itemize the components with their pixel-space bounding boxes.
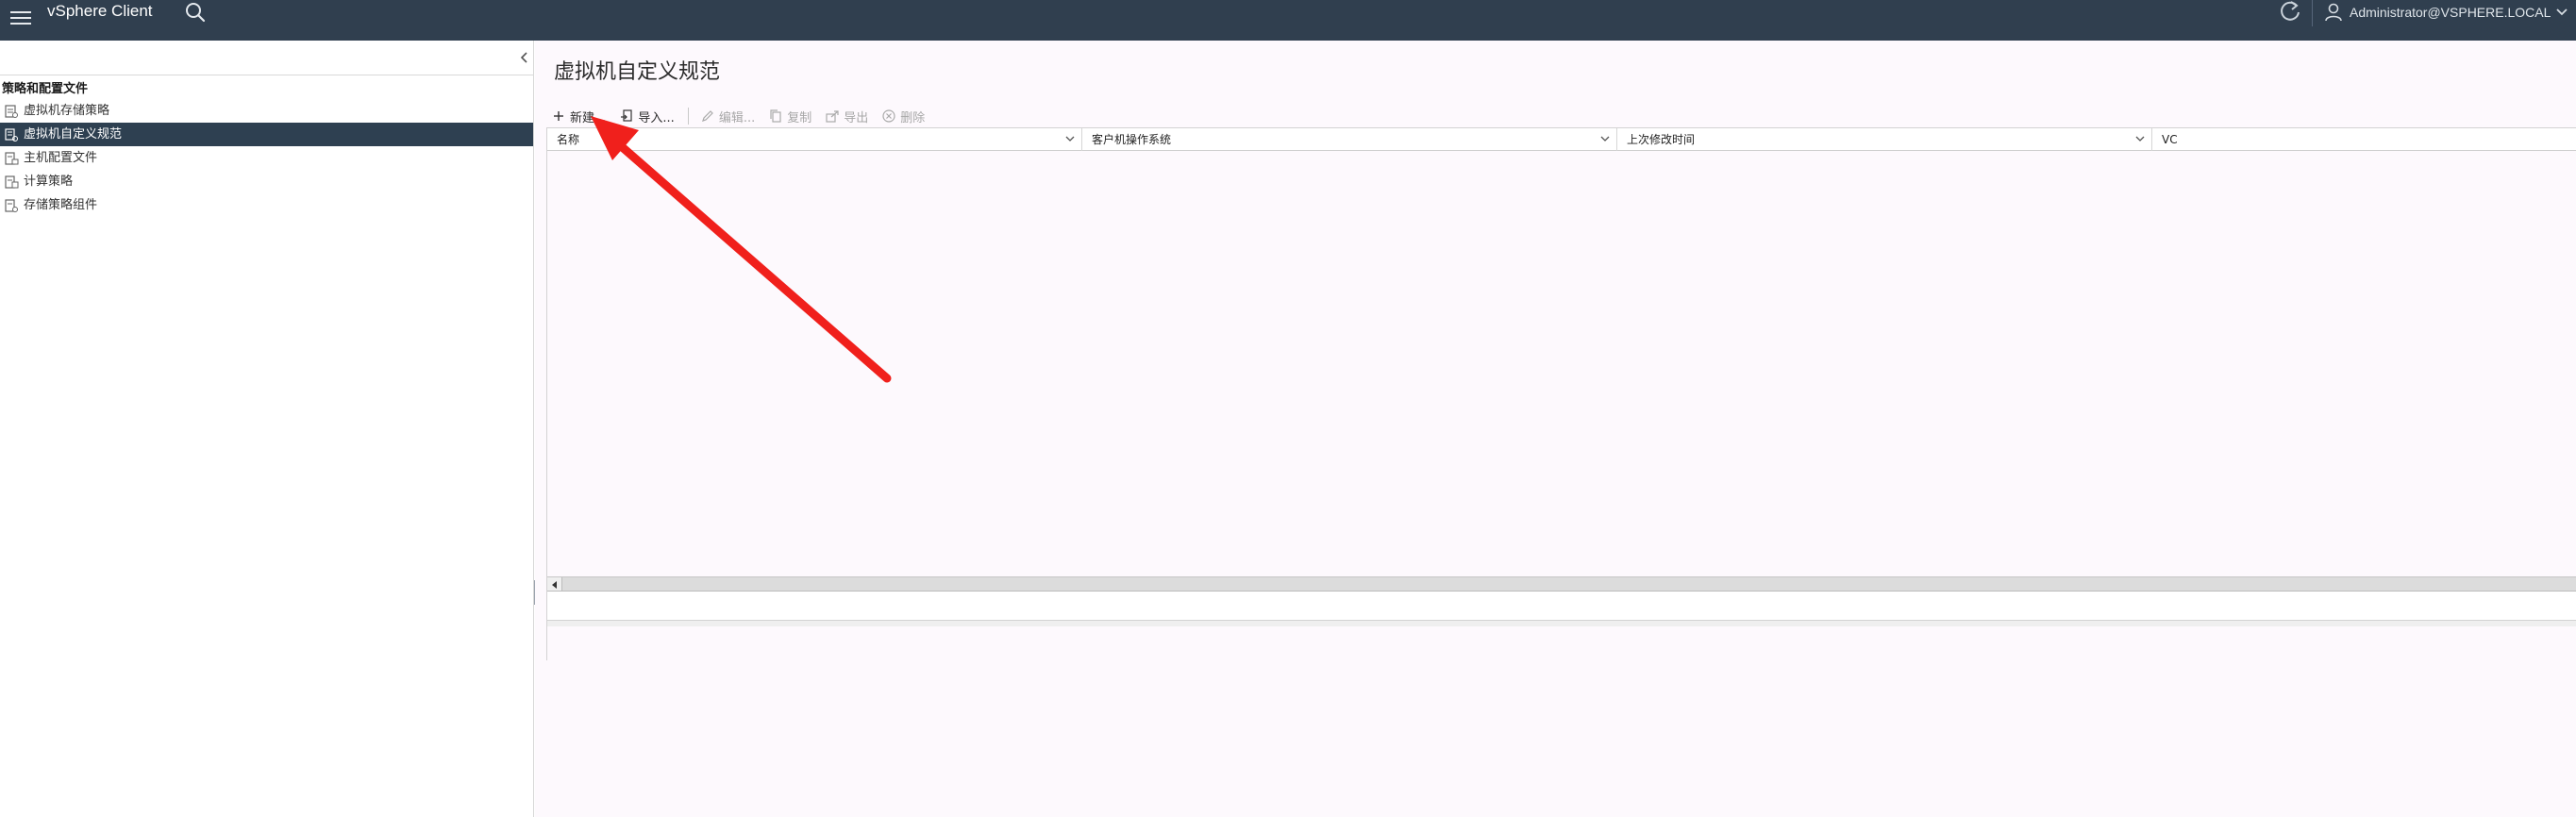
- toolbar-separator: [687, 108, 689, 125]
- sidebar-item-label: 虚拟机自定义规范: [24, 127, 123, 142]
- close-circle-icon: [882, 109, 895, 123]
- page-title: 虚拟机自定义规范: [554, 60, 721, 84]
- chevron-left-icon[interactable]: [517, 50, 532, 65]
- copy-button[interactable]: 复制: [768, 106, 811, 126]
- sidebar-item-vm-customization-specs[interactable]: 虚拟机自定义规范: [0, 123, 533, 146]
- top-header-bar: vSphere Client Administrator@VSPHERE.LOC…: [0, 0, 2576, 41]
- user-menu[interactable]: Administrator@VSPHERE.LOCAL: [2323, 0, 2569, 25]
- column-header-label: 上次修改时间: [1627, 133, 1696, 146]
- column-header-guest-os[interactable]: 客户机操作系统: [1082, 128, 1617, 151]
- chevron-down-icon[interactable]: [1599, 133, 1611, 144]
- column-header-label: VC: [2162, 133, 2178, 146]
- sidebar: 策略和配置文件 虚拟机存储策略 虚拟机自定义规范 主机配置文件 计算策略 存储策…: [0, 41, 534, 817]
- sidebar-item-vm-storage-policies[interactable]: 虚拟机存储策略: [0, 99, 533, 123]
- export-button-label: 导出: [844, 110, 869, 125]
- column-header-label: 名称: [557, 133, 580, 146]
- app-title[interactable]: vSphere Client: [47, 0, 153, 23]
- export-button[interactable]: 导出: [825, 106, 868, 126]
- chevron-down-icon[interactable]: [2134, 133, 2146, 144]
- edit-button[interactable]: 编辑...: [700, 106, 755, 126]
- user-icon: [2325, 3, 2342, 22]
- sidebar-item-label: 主机配置文件: [24, 151, 98, 165]
- host-profile-icon: [5, 151, 19, 165]
- export-icon: [826, 110, 839, 123]
- column-header-name[interactable]: 名称: [547, 128, 1082, 151]
- storage-component-icon: [5, 198, 18, 212]
- user-label: Administrator@VSPHERE.LOCAL: [2350, 5, 2551, 20]
- column-header-label: 客户机操作系统: [1092, 133, 1172, 146]
- sidebar-item-label: 计算策略: [24, 175, 74, 189]
- delete-button-label: 删除: [900, 110, 926, 125]
- grid-footer: [547, 592, 2576, 621]
- scroll-left-arrow[interactable]: [547, 577, 562, 591]
- plus-icon: [554, 111, 563, 121]
- import-button-label: 导入...: [638, 110, 675, 125]
- search-icon[interactable]: [182, 0, 209, 25]
- import-icon: [621, 109, 633, 122]
- sidebar-item-compute-policies[interactable]: 计算策略: [0, 170, 533, 193]
- compute-policy-icon: [5, 175, 19, 189]
- hamburger-menu-icon[interactable]: [8, 7, 34, 33]
- header-divider: [2312, 0, 2313, 26]
- chevron-down-icon: [2556, 8, 2568, 16]
- new-button[interactable]: 新建...: [551, 106, 606, 126]
- grid-body-empty: [547, 151, 2576, 576]
- import-button[interactable]: 导入...: [619, 106, 675, 126]
- horizontal-scrollbar[interactable]: [547, 576, 2576, 592]
- sidebar-item-host-profiles[interactable]: 主机配置文件: [0, 146, 533, 170]
- copy-button-label: 复制: [787, 110, 812, 125]
- copy-icon: [770, 109, 781, 123]
- main-content: 虚拟机自定义规范 新建... 导入... 编辑... 复制 导出 删除 名称 客…: [535, 41, 2576, 817]
- toolbar: 新建... 导入... 编辑... 复制 导出 删除: [551, 106, 938, 126]
- refresh-icon[interactable]: [2278, 0, 2302, 25]
- delete-button[interactable]: 删除: [881, 106, 925, 126]
- sidebar-item-label: 存储策略组件: [24, 198, 98, 212]
- column-header-vc[interactable]: VC: [2152, 128, 2576, 151]
- column-header-last-modified[interactable]: 上次修改时间: [1617, 128, 2152, 151]
- customization-spec-icon: [5, 127, 18, 142]
- new-button-label: 新建...: [570, 110, 607, 125]
- storage-policy-icon: [5, 104, 18, 118]
- data-grid: 名称 客户机操作系统 上次修改时间 VC: [546, 127, 2576, 660]
- sidebar-item-label: 虚拟机存储策略: [24, 104, 110, 118]
- chevron-down-icon[interactable]: [1064, 133, 1076, 144]
- edit-button-label: 编辑...: [718, 110, 756, 125]
- pencil-icon: [701, 110, 713, 122]
- sidebar-item-storage-policy-components[interactable]: 存储策略组件: [0, 193, 533, 217]
- grid-bottom-border: [547, 621, 2576, 626]
- sidebar-section-title: 策略和配置文件: [2, 82, 89, 96]
- grid-header: 名称 客户机操作系统 上次修改时间 VC: [547, 128, 2576, 151]
